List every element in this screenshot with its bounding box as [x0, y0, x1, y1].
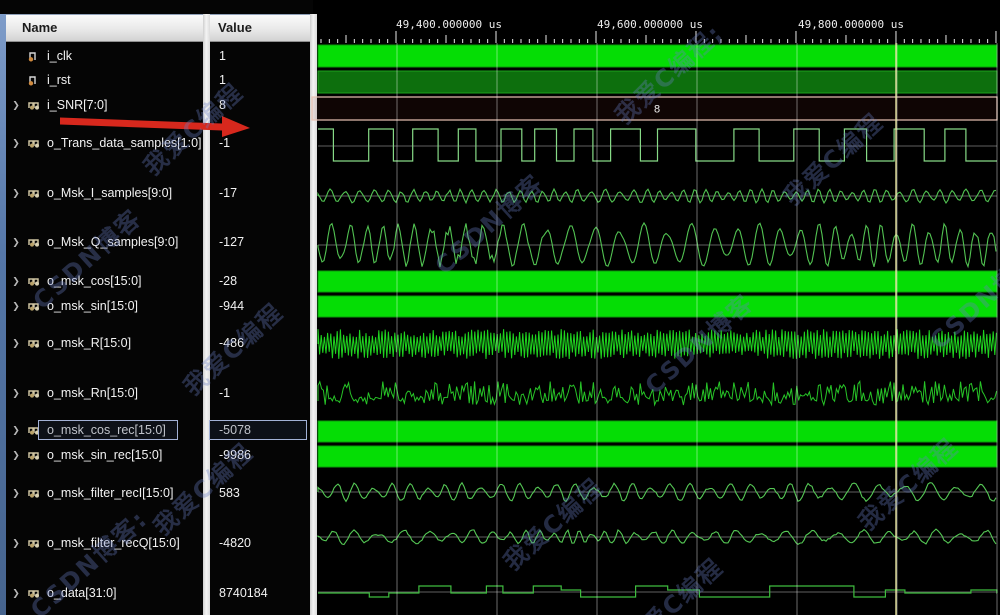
- ruler-time-label: 49,800.000000 us: [798, 18, 904, 31]
- wave-o_msk_Rn: [317, 380, 998, 407]
- waveform-viewer-window: Name Value i_clk 1 i_rst 1 ❯ i_SNR[7:0] 8 ❯ o_Tr…: [0, 0, 1000, 615]
- wave-i_rst: [317, 70, 998, 94]
- wave-o_Trans_data_samples: [318, 128, 997, 162]
- wave-o_msk_sin_rec: [317, 445, 998, 468]
- annotation-arrow: [60, 116, 250, 137]
- ruler-time-label: 49,600.000000 us: [597, 18, 703, 31]
- bus-value-label: 8: [654, 104, 660, 116]
- waveform-display[interactable]: 49,400.000000 us 49,600.000000 us 49,800.0…: [0, 0, 1000, 615]
- wave-i_clk: [317, 44, 998, 68]
- wave-o_msk_cos_rec: [317, 420, 998, 443]
- wave-o_msk_R: [317, 329, 997, 360]
- wave-o_msk_sin: [317, 295, 998, 318]
- ruler-time-label: 49,400.000000 us: [396, 18, 502, 31]
- wave-o_msk_cos: [317, 270, 998, 293]
